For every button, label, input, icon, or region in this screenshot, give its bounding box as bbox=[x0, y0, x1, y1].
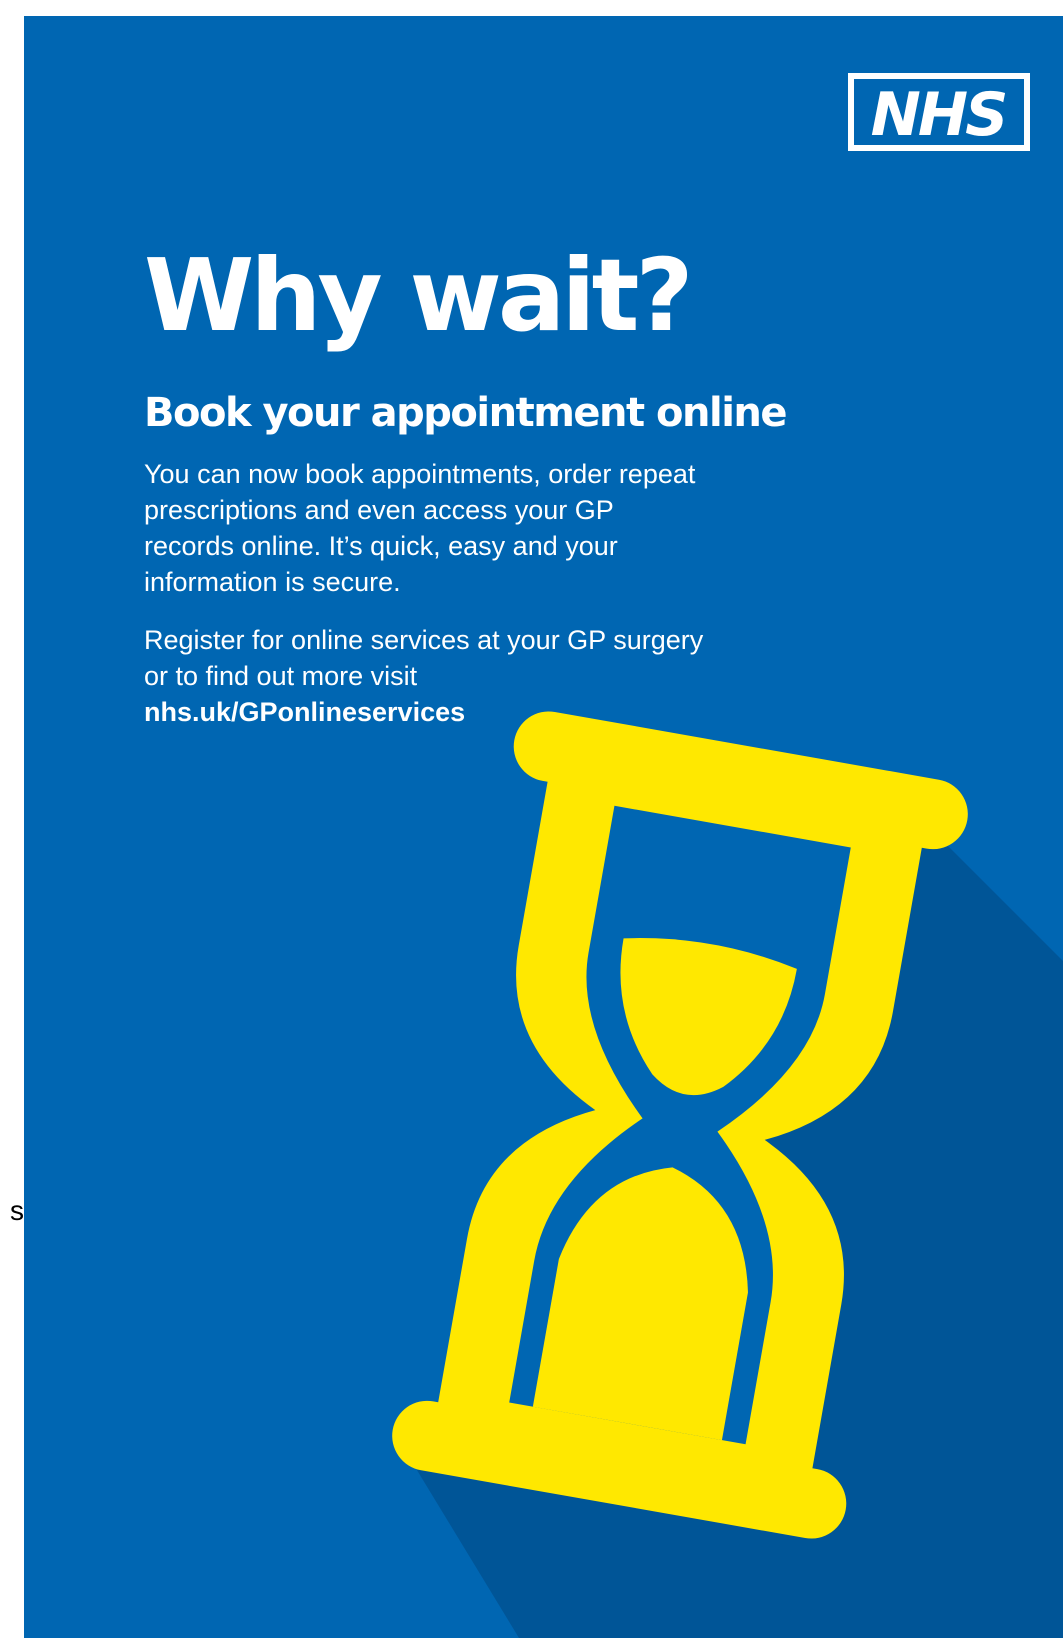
register-text: Register for online services at your GP … bbox=[144, 625, 704, 691]
subheading: Book your appointment online bbox=[144, 390, 788, 436]
nhs-poster: NHS Why wait? Book your appointment onli… bbox=[24, 16, 1063, 1638]
nhs-logo-mark: NHS bbox=[848, 73, 1030, 151]
headline: Why wait? bbox=[144, 237, 693, 354]
gp-online-services-link[interactable]: nhs.uk/GPonlineservices bbox=[144, 694, 704, 730]
nhs-logo: NHS bbox=[848, 73, 1030, 151]
svg-text:NHS: NHS bbox=[871, 80, 1006, 150]
intro-paragraph: You can now book appointments, order rep… bbox=[144, 459, 696, 597]
margin-text-fragment: s bbox=[10, 1196, 24, 1226]
register-paragraph: Register for online services at your GP … bbox=[144, 622, 704, 730]
